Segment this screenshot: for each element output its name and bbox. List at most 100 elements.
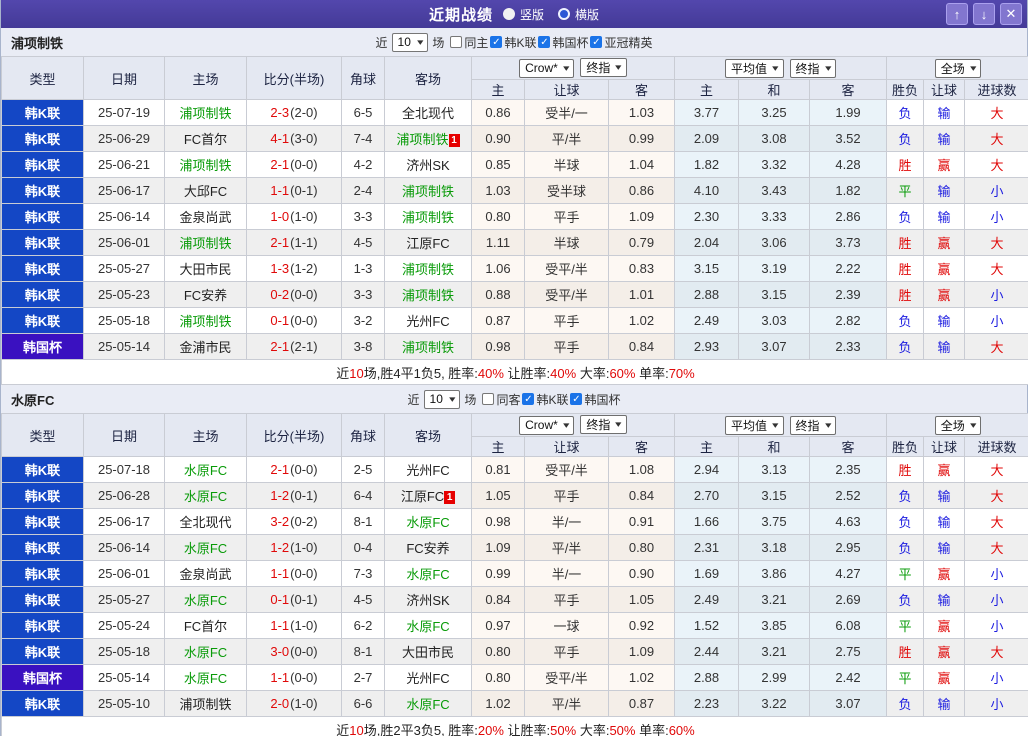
recent-results-window: 近期战绩 竖版 横版 ↑ ↓ ✕ 浦项制铁 近 10 ▾ 场 同主 ✓ 韩K联 ✓ 韩国… [0,0,1028,736]
average-select[interactable]: 平均值 ▾ [724,58,784,78]
section-filter-bar: 浦项制铁 近 10 ▾ 场 同主 ✓ 韩K联 ✓ 韩国杯 ✓ 亚冠精英 [1,28,1027,56]
result-goals: 大 [964,151,1028,178]
match-row: 韩K联 25-07-19 浦项制铁 2-3(2-0) 6-5 全北现代 0.86… [1,99,1028,126]
ah-away-odds: 0.92 [608,612,675,639]
ah-line: 半/一 [524,508,609,535]
col-header: 主场 [164,413,247,457]
score-cell: 1-3(1-2) [246,255,342,282]
ah-line: 半球 [524,229,609,256]
result-wdl: 平 [886,664,925,691]
same-venue-checkbox[interactable] [450,36,463,48]
eu-draw-odds: 3.15 [738,281,810,308]
col-header: 比分(半场) [246,413,342,457]
same-venue-checkbox[interactable] [482,393,495,405]
away-team-name: 水原FC [406,619,450,634]
sub-col-header: 胜负 [886,436,925,457]
corner-cell: 4-5 [341,586,385,613]
eu-away-odds: 4.27 [808,560,888,587]
radio-vertical-label: 竖版 [519,7,544,22]
result-handicap: 赢 [923,281,966,308]
away-team-name: 江原FC [400,489,445,504]
average-select[interactable]: 平均值 ▾ [724,415,784,435]
corner-cell: 3-2 [341,307,385,334]
col-header: 日期 [83,413,165,457]
result-handicap: 赢 [923,664,966,691]
scope-select[interactable]: 全场 ▾ [934,58,982,78]
home-cell: 水原FC [164,456,247,483]
corner-cell: 2-5 [341,456,385,483]
league-cell: 韩K联 [1,255,84,282]
result-goals: 大 [964,482,1028,509]
away-team-name: 水原FC [406,567,450,582]
home-cell: 大田市民 [164,255,247,282]
result-wdl: 负 [886,333,925,360]
score-cell: 1-1(0-0) [246,560,342,587]
result-wdl: 平 [886,177,925,204]
away-team-name: 浦项制铁 [396,132,449,147]
radio-horizontal-layout[interactable]: 横版 [558,6,599,23]
scope-select[interactable]: 全场 ▾ [934,415,982,435]
result-handicap: 赢 [923,229,966,256]
odds-time-select[interactable]: 终指 ▾ [580,415,627,435]
close-button[interactable]: ✕ [1000,3,1022,25]
league-checkbox-checked[interactable]: ✓ [570,393,583,405]
summary-segment: 单率: [635,365,669,381]
score-cell: 1-0(1-0) [246,203,342,230]
date-cell: 25-06-29 [83,125,165,152]
move-down-button[interactable]: ↓ [973,3,995,25]
ah-line: 受半/一 [524,99,609,126]
halftime-score: (0-0) [290,287,318,302]
home-cell: 浦项制铁 [164,307,247,334]
away-team-name: 水原FC [406,515,450,530]
result-wdl: 负 [886,482,925,509]
match-count-select[interactable]: 10 ▾ [391,32,429,52]
eu-draw-odds: 3.13 [738,456,810,483]
summary-segment: 50% [550,722,577,736]
ah-home-odds: 0.88 [471,281,525,308]
bookmaker-select[interactable]: Crow* ▾ [519,58,575,78]
col-header: 类型 [1,413,84,457]
euro-odds-group-header: 平均值 ▾ 终指 ▾ [673,56,888,80]
summary-segment: 大率: [576,722,610,736]
ah-home-odds: 0.80 [471,638,525,665]
home-team-name: 浦项制铁 [179,697,232,712]
fulltime-score: 1-2 [270,488,290,503]
match-row: 韩国杯 25-05-14 金浦市民 2-1(2-1) 3-8 浦项制铁 0.98… [1,333,1028,360]
bookmaker-select[interactable]: Crow* ▾ [519,415,575,435]
league-checkbox-checked[interactable]: ✓ [590,36,603,48]
asian-odds-group-header: Crow* ▾ 终指 ▾ [471,413,675,437]
home-team-name: FC首尔 [183,619,228,634]
summary-segment: 60% [609,365,636,381]
match-count-select[interactable]: 10 ▾ [423,389,461,409]
league-checkbox-label: 韩K联 [504,35,537,50]
odds-time-select[interactable]: 终指 ▾ [789,415,837,435]
same-venue-label: 同主 [464,35,489,50]
league-checkbox-checked[interactable]: ✓ [522,393,535,405]
red-card-badge: 1 [444,491,456,504]
eu-away-odds: 1.82 [808,177,888,204]
radio-vertical-layout[interactable]: 竖版 [502,6,544,23]
eu-away-odds: 2.22 [808,255,888,282]
home-cell: 全北现代 [164,508,247,535]
halftime-score: (3-0) [290,131,318,146]
away-team-name: 济州SK [406,158,450,173]
league-checkbox-checked[interactable]: ✓ [538,36,551,48]
result-goals: 大 [964,638,1028,665]
eu-home-odds: 2.49 [674,307,739,334]
odds-time-select[interactable]: 终指 ▾ [580,58,627,78]
fulltime-score: 3-2 [270,514,290,529]
result-handicap: 输 [923,482,966,509]
radio-horizontal-label: 横版 [575,7,600,22]
move-up-button[interactable]: ↑ [946,3,968,25]
home-cell: FC首尔 [164,125,247,152]
league-cell: 韩K联 [1,508,84,535]
league-checkbox-checked[interactable]: ✓ [490,36,503,48]
halftime-score: (0-1) [290,183,318,198]
odds-time-select[interactable]: 终指 ▾ [789,58,837,78]
sub-col-header: 主 [471,79,525,100]
match-row: 韩K联 25-07-18 水原FC 2-1(0-0) 2-5 光州FC 0.81… [1,456,1028,483]
ah-home-odds: 0.81 [471,456,525,483]
fulltime-score: 0-1 [270,592,290,607]
halftime-score: (0-0) [290,644,318,659]
chevron-down-icon: ▾ [824,62,831,73]
